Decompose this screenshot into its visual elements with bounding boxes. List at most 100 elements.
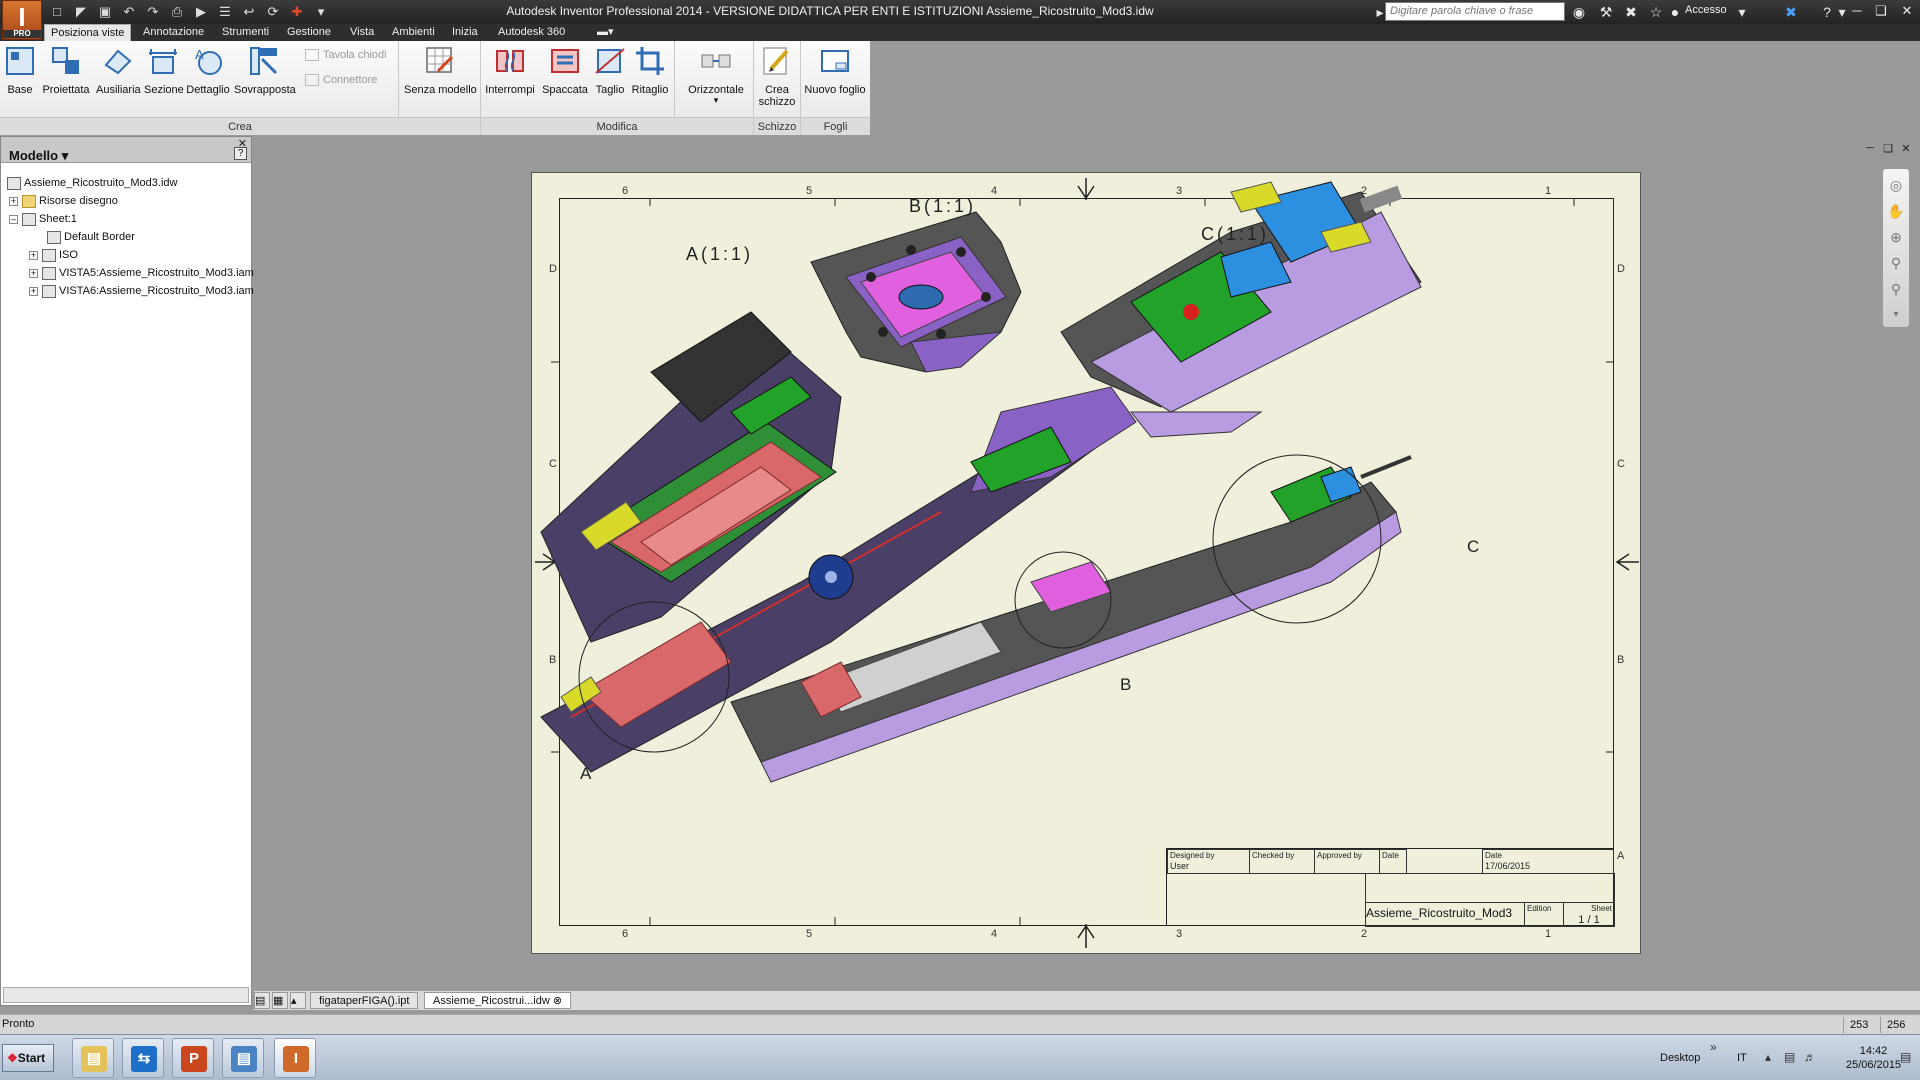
save-icon[interactable]: ▣ — [96, 3, 114, 21]
explorer-taskbar-button[interactable]: ▤ — [72, 1038, 114, 1078]
interrompi-button[interactable]: Interrompi — [484, 45, 536, 96]
steering-wheel-icon[interactable]: ◎ — [1886, 175, 1906, 195]
ritaglio-button[interactable]: Ritaglio — [630, 45, 670, 96]
minimize-icon[interactable]: ─ — [1862, 142, 1878, 156]
detail-marker-b[interactable]: B — [1120, 675, 1131, 695]
close-icon[interactable]: ✕ — [1896, 2, 1918, 20]
minimize-icon[interactable]: ─ — [1846, 2, 1868, 20]
search-input[interactable]: Digitare parola chiave o frase — [1385, 2, 1565, 21]
tab-vista[interactable]: Vista — [344, 24, 380, 41]
restore-icon[interactable]: ❑ — [1870, 2, 1892, 20]
tree-node-drawing[interactable]: Assieme_Ricostruito_Mod3.idw — [7, 175, 177, 191]
tree-node-vista6[interactable]: + VISTA6:Assieme_Ricostruito_Mod3.iam — [29, 283, 254, 299]
tab-posiziona-viste[interactable]: Posiziona viste — [44, 24, 132, 41]
clock[interactable]: 14:42 25/06/2015 — [1846, 1044, 1901, 1072]
view-label-b[interactable]: B(1:1) — [909, 196, 976, 217]
chevron-down-icon[interactable]: ▾ — [312, 3, 330, 21]
doc-tab-drawing[interactable]: Assieme_Ricostrui...idw ⊗ — [424, 992, 572, 1009]
chevron-down-icon[interactable]: ▾ — [1733, 3, 1751, 21]
sezione-button[interactable]: Sezione — [144, 45, 184, 96]
zoom-all-icon[interactable]: ⚲ — [1886, 253, 1906, 273]
browser-title-dropdown[interactable]: Modello ▾ — [9, 148, 68, 164]
redo-icon[interactable]: ↷ — [144, 3, 162, 21]
show-desktop-icon[interactable]: ▤ — [1900, 1050, 1911, 1064]
tab-ambienti[interactable]: Ambienti — [386, 24, 441, 41]
tavola-chiodi-button[interactable]: Tavola chiodi — [305, 49, 387, 62]
show-hidden-icons-icon[interactable]: ▴ — [1765, 1050, 1771, 1064]
tree-node-sheet[interactable]: – Sheet:1 — [9, 211, 77, 227]
view-label-c[interactable]: C(1:1) — [1201, 224, 1269, 245]
tab-inizia[interactable]: Inizia — [446, 24, 484, 41]
chevron-down-icon[interactable]: ▾ — [1886, 305, 1906, 325]
close-icon[interactable]: ⊗ — [553, 995, 562, 1007]
new-file-icon[interactable]: □ — [48, 3, 66, 21]
ausiliaria-button[interactable]: Ausiliaria — [96, 45, 141, 96]
dettaglio-button[interactable]: A Dettaglio — [186, 45, 230, 96]
tree-node-vista5[interactable]: + VISTA5:Assieme_Ricostruito_Mod3.iam — [29, 265, 254, 281]
chevron-right-icon[interactable]: » — [1710, 1040, 1717, 1054]
nuovo-foglio-button[interactable]: Nuovo foglio — [802, 45, 868, 96]
base-button[interactable]: Base — [4, 45, 36, 96]
print-icon[interactable]: ⎙ — [168, 3, 186, 21]
inventor-taskbar-button[interactable]: I — [274, 1038, 316, 1078]
cascade-icon[interactable]: ▦ — [272, 992, 288, 1009]
detail-marker-a[interactable]: A — [580, 764, 591, 784]
project-icon[interactable]: ☰ — [216, 3, 234, 21]
expand-icon[interactable]: + — [29, 268, 38, 278]
tab-strumenti[interactable]: Strumenti — [216, 24, 275, 41]
view-label-a[interactable]: A(1:1) — [686, 244, 753, 265]
add-icon[interactable]: ✚ — [288, 3, 306, 21]
star-icon[interactable]: ☆ — [1647, 3, 1665, 21]
tab-gestione[interactable]: Gestione — [281, 24, 337, 41]
tile-icon[interactable]: ▤ — [254, 992, 270, 1009]
image-viewer-taskbar-button[interactable]: ▤ — [222, 1038, 264, 1078]
inventor-logo-icon[interactable]: I PRO — [2, 0, 42, 40]
browser-horizontal-scrollbar[interactable] — [3, 987, 249, 1003]
sign-in-link[interactable]: Accesso — [1685, 4, 1727, 16]
tree-node-default-border[interactable]: Default Border — [47, 229, 135, 245]
start-button[interactable]: ❖Start — [2, 1044, 54, 1072]
pan-icon[interactable]: ✋ — [1886, 201, 1906, 221]
tree-node-risorse[interactable]: + Risorse disegno — [9, 193, 118, 209]
zoom-icon[interactable]: ⊕ — [1886, 227, 1906, 247]
powerpoint-taskbar-button[interactable]: P — [172, 1038, 214, 1078]
crea-schizzo-button[interactable]: Crea schizzo — [757, 45, 797, 108]
volume-icon[interactable]: ♬ — [1804, 1050, 1816, 1064]
spaccata-button[interactable]: Spaccata — [540, 45, 590, 96]
expand-icon[interactable]: + — [29, 250, 38, 260]
tree-node-iso[interactable]: + ISO — [29, 247, 78, 263]
restore-icon[interactable]: ❑ — [1880, 142, 1896, 156]
orizzontale-button[interactable]: Orizzontale ▾ — [684, 45, 748, 105]
update-icon[interactable]: ⟳ — [264, 3, 282, 21]
tab-menu-icon[interactable]: ▴ — [290, 992, 306, 1009]
network-icon[interactable]: ▤ — [1784, 1050, 1795, 1064]
undo-icon[interactable]: ↶ — [120, 3, 138, 21]
senza-modello-button[interactable]: Senza modello — [404, 45, 477, 96]
connettore-button[interactable]: Connettore — [305, 74, 377, 87]
tools-icon[interactable]: ⚒ — [1597, 3, 1615, 21]
desktop-toolbar[interactable]: Desktop — [1660, 1052, 1700, 1064]
return-icon[interactable]: ↩ — [240, 3, 258, 21]
user-icon[interactable]: ● — [1666, 3, 1684, 21]
select-icon[interactable]: ▶ — [192, 3, 210, 21]
open-icon[interactable]: ◤ — [72, 3, 90, 21]
x-exchange-icon[interactable]: ✖ — [1782, 3, 1800, 21]
sovrapposta-button[interactable]: Sovrapposta — [234, 45, 296, 96]
proiettata-button[interactable]: Proiettata — [40, 45, 92, 96]
taglio-button[interactable]: Taglio — [592, 45, 628, 96]
zoom-window-icon[interactable]: ⚲ — [1886, 279, 1906, 299]
close-icon[interactable]: ✕ — [1898, 142, 1914, 156]
doc-tab-part[interactable]: figataperFIGA().ipt — [310, 992, 419, 1009]
tab-annotazione[interactable]: Annotazione — [137, 24, 210, 41]
binoculars-icon[interactable]: ◉ — [1570, 3, 1588, 21]
help-icon[interactable]: ? — [234, 147, 247, 160]
ribbon-options-icon[interactable]: ▬▾ — [591, 24, 620, 41]
tab-autodesk-360[interactable]: Autodesk 360 — [492, 24, 571, 41]
expand-icon[interactable]: + — [9, 196, 18, 206]
teamviewer-taskbar-button[interactable]: ⇆ — [122, 1038, 164, 1078]
exchange-icon[interactable]: ✖ — [1622, 3, 1640, 21]
language-indicator[interactable]: IT — [1737, 1052, 1747, 1064]
expand-icon[interactable]: + — [29, 286, 38, 296]
detail-marker-c[interactable]: C — [1467, 537, 1479, 557]
collapse-icon[interactable]: – — [9, 214, 18, 224]
